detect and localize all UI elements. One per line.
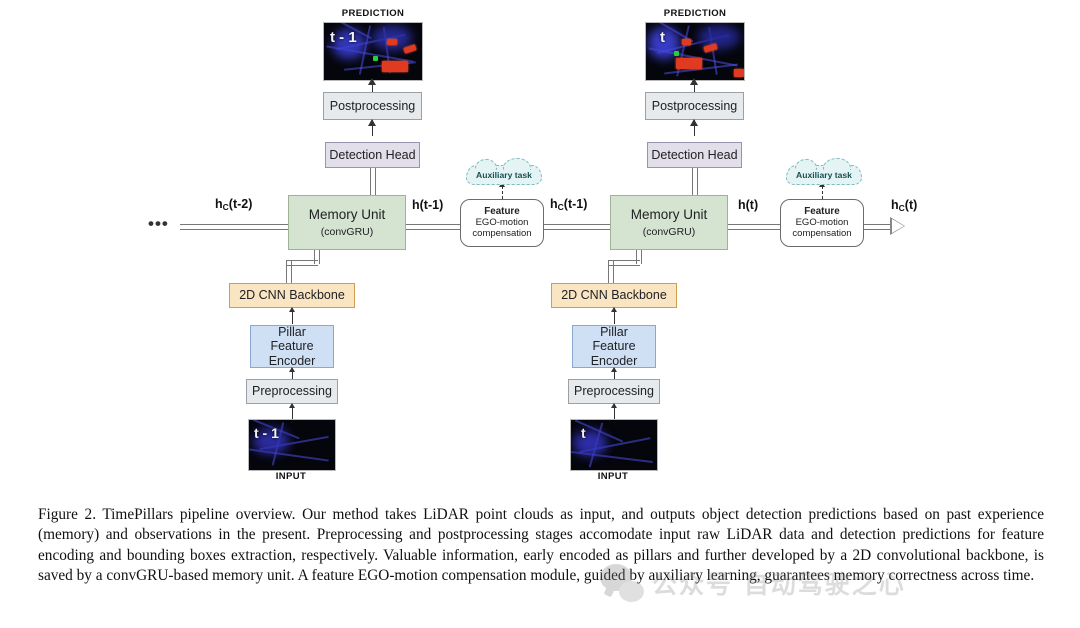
bbox — [682, 39, 691, 45]
input-caption-left: INPUT — [275, 471, 307, 482]
input-image-right: t — [570, 419, 658, 471]
ego-line2-2: EGO-motion — [795, 216, 849, 228]
memory-unit-title-right: Memory Unit — [630, 207, 708, 223]
bbox — [382, 61, 408, 72]
bbox — [734, 69, 744, 77]
detection-head-block-right: Detection Head — [647, 142, 742, 168]
arrow-encoder-to-backbone-right — [610, 307, 617, 312]
input-image-left: t - 1 — [248, 419, 336, 471]
connector-ego2-to-auxiliary — [822, 186, 823, 199]
connector-backbone-to-memory-left-c — [286, 260, 292, 284]
bbox-green — [674, 51, 679, 56]
connector-memory-to-head-left — [370, 168, 376, 196]
arrow-postprocessing-to-prediction-right — [689, 78, 698, 85]
arrow-preprocessing-to-encoder-right — [610, 367, 617, 372]
time-label-left: t - 1 — [330, 29, 357, 46]
memory-unit-sub-left: (convGRU) — [320, 225, 374, 238]
ego-title-2: Feature — [804, 206, 840, 218]
memory-unit-right: Memory Unit (convGRU) — [610, 195, 728, 250]
edge-label-hc-t-2: hC(t-2) — [215, 197, 253, 212]
arrow-postprocessing-to-prediction-left — [367, 78, 376, 85]
arrow-input-to-preprocessing-right — [610, 403, 617, 408]
pillar-encoder-block-left: Pillar Feature Encoder — [250, 325, 334, 368]
postprocessing-block-left: Postprocessing — [323, 92, 422, 120]
connector-ego1-to-auxiliary — [502, 186, 503, 199]
time-label-input-right: t — [581, 425, 586, 441]
prediction-image-left: t - 1 — [323, 22, 423, 81]
ego-line3-1: compensation — [472, 227, 532, 239]
ellipsis-left: ••• — [148, 214, 169, 233]
auxiliary-task-cloud-1: Auxiliary task — [466, 158, 542, 185]
bbox — [387, 39, 397, 45]
arrow-preprocessing-to-encoder-left — [288, 367, 295, 372]
connector-ego2-to-output — [864, 224, 890, 230]
connector-memory-left-to-ego1 — [406, 224, 460, 230]
bbox — [676, 58, 702, 69]
memory-unit-sub-right: (convGRU) — [642, 225, 696, 238]
edge-label-hc-t-1: hC(t-1) — [550, 197, 588, 212]
connector-backbone-to-memory-right-c — [608, 260, 614, 284]
edge-label-h-t: h(t) — [738, 198, 759, 212]
ego-line2-1: EGO-motion — [475, 216, 529, 228]
arrow-head-to-postprocessing-right — [689, 119, 698, 126]
connector-memory-to-head-right — [692, 168, 698, 196]
memory-unit-title-left: Memory Unit — [308, 207, 386, 223]
input-caption-right: INPUT — [597, 471, 629, 482]
prediction-caption-left: PREDICTION — [341, 8, 405, 19]
ego-motion-module-1: Feature EGO-motion compensation — [460, 199, 544, 247]
arrow-input-to-preprocessing-left — [288, 403, 295, 408]
figure-diagram: PREDICTION t - 1 Postprocessing Detectio… — [0, 0, 1080, 500]
pillar-encoder-block-right: Pillar Feature Encoder — [572, 325, 656, 368]
prediction-image-right: t — [645, 22, 745, 81]
backbone-block-right: 2D CNN Backbone — [551, 283, 677, 308]
connector-ego1-to-memory-right — [544, 224, 610, 230]
ego-title-1: Feature — [484, 206, 520, 218]
prediction-caption-right: PREDICTION — [663, 8, 727, 19]
connector-rail-in-left — [180, 224, 290, 230]
bbox-green — [373, 56, 378, 61]
edge-label-h-t-1: h(t-1) — [412, 198, 444, 212]
time-label-right: t — [660, 29, 665, 46]
ego-line3-2: compensation — [792, 227, 852, 239]
output-arrow-head-inner — [891, 219, 904, 233]
figure-caption: Figure 2. TimePillars pipeline overview.… — [38, 506, 1044, 585]
backbone-block-left: 2D CNN Backbone — [229, 283, 355, 308]
time-label-input-left: t - 1 — [254, 425, 279, 441]
ego-motion-module-2: Feature EGO-motion compensation — [780, 199, 864, 247]
edge-label-hc-t: hC(t) — [891, 198, 918, 213]
memory-unit-left: Memory Unit (convGRU) — [288, 195, 406, 250]
detection-head-block-left: Detection Head — [325, 142, 420, 168]
auxiliary-task-cloud-2: Auxiliary task — [786, 158, 862, 185]
arrow-encoder-to-backbone-left — [288, 307, 295, 312]
postprocessing-block-right: Postprocessing — [645, 92, 744, 120]
preprocessing-block-left: Preprocessing — [246, 379, 338, 404]
connector-memory-right-to-ego2 — [728, 224, 780, 230]
preprocessing-block-right: Preprocessing — [568, 379, 660, 404]
arrow-head-to-postprocessing-left — [367, 119, 376, 126]
